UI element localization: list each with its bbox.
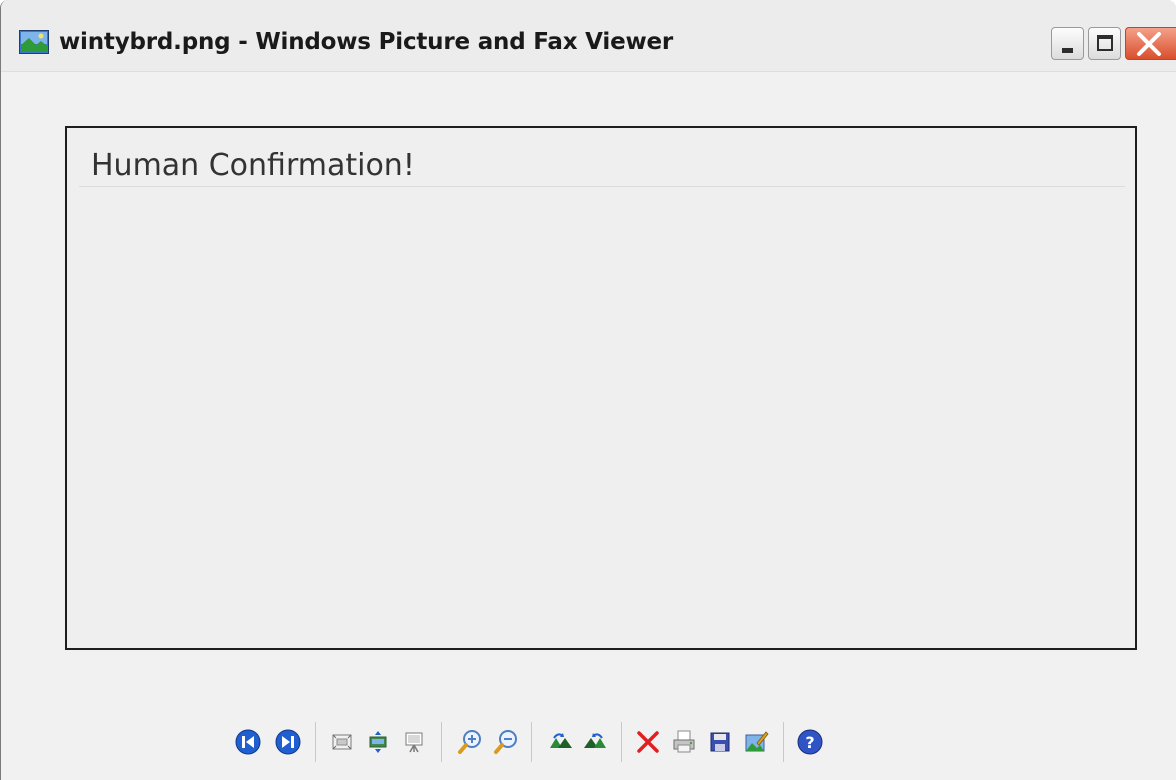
rotate-clockwise-button[interactable] [543, 725, 577, 759]
next-icon [275, 729, 301, 755]
title-bar[interactable]: wintybrd.png - Windows Picture and Fax V… [1, 0, 1176, 72]
image-display-area: Human Confirmation! [65, 126, 1137, 650]
previous-image-button[interactable] [231, 725, 265, 759]
slide-show-button[interactable] [397, 725, 431, 759]
heading-divider [79, 186, 1125, 187]
rotate-clockwise-icon [550, 733, 572, 748]
save-button[interactable] [703, 725, 737, 759]
zoom-out-button[interactable] [489, 725, 523, 759]
actual-size-button[interactable] [361, 725, 395, 759]
help-button[interactable]: ? [793, 725, 827, 759]
slideshow-icon [405, 732, 423, 753]
image-heading: Human Confirmation! [91, 148, 415, 183]
minimize-icon [1062, 48, 1073, 53]
svg-text:?: ? [805, 733, 814, 752]
picture-viewer-window: wintybrd.png - Windows Picture and Fax V… [0, 0, 1176, 780]
rotate-counterclockwise-icon [584, 733, 606, 748]
print-button[interactable] [667, 725, 701, 759]
best-fit-icon [332, 734, 352, 750]
maximize-icon [1097, 35, 1113, 51]
next-image-button[interactable] [271, 725, 305, 759]
toolbar-separator [315, 722, 316, 762]
edit-button[interactable] [739, 725, 773, 759]
minimize-button[interactable] [1051, 27, 1084, 60]
help-icon: ? [797, 729, 823, 755]
zoom-in-icon [458, 730, 481, 754]
toolbar-separator [783, 722, 784, 762]
delete-button[interactable] [631, 725, 665, 759]
delete-icon [637, 731, 659, 753]
best-fit-button[interactable] [325, 725, 359, 759]
viewer-toolbar: ? [231, 720, 971, 764]
window-title: wintybrd.png - Windows Picture and Fax V… [59, 29, 674, 55]
close-icon [1137, 32, 1161, 56]
maximize-button[interactable] [1088, 27, 1121, 60]
zoom-in-button[interactable] [453, 725, 487, 759]
rotate-counterclockwise-button[interactable] [579, 725, 613, 759]
print-icon [673, 730, 695, 753]
close-button[interactable] [1125, 27, 1176, 60]
zoom-out-icon [494, 730, 517, 754]
save-icon [710, 732, 730, 752]
actual-size-icon [369, 731, 387, 753]
edit-icon [745, 731, 769, 752]
toolbar-separator [531, 722, 532, 762]
toolbar-separator [441, 722, 442, 762]
previous-icon [235, 729, 261, 755]
toolbar-separator [621, 722, 622, 762]
image-file-icon [19, 30, 49, 54]
